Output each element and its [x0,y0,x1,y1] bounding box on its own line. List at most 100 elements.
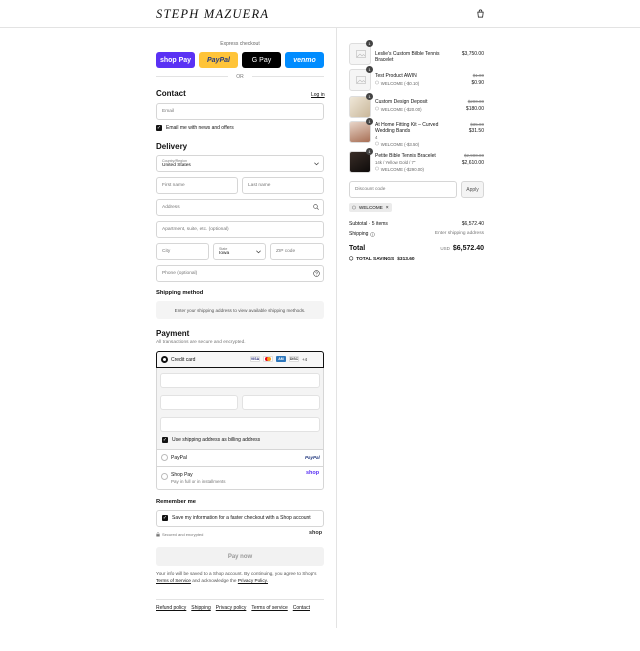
privacy-policy-link[interactable]: Privacy policy [216,605,247,611]
discount-text: WELCOME (-$20.00) [380,106,422,112]
payment-divider [156,449,324,450]
newsletter-checkbox-row[interactable]: ✓ Email me with news and offers [156,125,234,131]
venmo-button[interactable]: venmo [285,52,324,68]
remember-me-heading: Remember me [156,499,196,505]
currency-code: USD [440,246,450,251]
quantity-badge: 1 [366,118,373,125]
shop-pay-logo: shop [306,470,320,476]
billing-label: Use shipping address as billing address [172,437,261,443]
first-name-field[interactable]: First name [156,177,238,194]
pay-now-button[interactable]: Pay now [156,547,324,566]
payment-subtitle: All transactions are secure and encrypte… [156,340,246,345]
shop-pay-button[interactable]: shop Pay [156,52,195,68]
tag-icon: ⬡ [375,106,379,111]
product-price: $0.90 [471,80,484,86]
first-name-placeholder: First name [162,183,185,188]
delivery-heading: Delivery [156,142,188,151]
product-variant: 14k / Yellow Gold / 7" [375,160,416,165]
tag-icon: ⬡ [349,257,354,262]
express-checkout-title: Express checkout [220,41,260,47]
country-select[interactable]: Country/Region United States [156,155,324,172]
contact-heading: Contact [156,89,186,98]
mastercard-icon [263,356,273,362]
address-field[interactable]: Address [156,199,324,216]
card-number-field[interactable] [160,373,320,388]
zip-field[interactable]: ZIP code [270,243,324,260]
last-name-field[interactable]: Last name [242,177,324,194]
discount-tag: ⬡ WELCOME × [349,203,392,212]
order-summary-panel [337,28,640,628]
venmo-label: venmo [293,56,316,64]
shipping-link[interactable]: Shipping [191,605,210,611]
quantity-badge: 1 [366,40,373,47]
column-divider [336,28,337,628]
city-placeholder: City [162,249,171,254]
google-pay-button[interactable]: G Pay [242,52,281,68]
legal-text: Your info will be saved to a Shop accoun… [156,571,324,584]
quantity-badge: 1 [366,66,373,73]
country-value: United States [162,163,191,168]
chevron-down-icon [256,250,261,254]
search-icon [313,204,319,210]
payment-divider [156,466,324,467]
card-cvc-field[interactable] [242,395,320,410]
shop-logo: shop [309,530,323,536]
privacy-policy-link[interactable]: Privacy Policy. [238,578,268,583]
paypal-button[interactable]: PayPal [199,52,238,68]
shipping-value: Enter shipping address [434,231,484,236]
email-field[interactable]: Email [156,103,324,120]
discount-line: ⬡ WELCOME (-$290.00) [375,166,424,172]
contact-link[interactable]: Contact [293,605,310,611]
apply-button[interactable]: Apply [461,181,484,198]
login-link[interactable]: Log in [311,92,325,98]
paypal-logo: PayPal [305,455,320,460]
original-price: $35.00 [470,122,484,127]
total-savings-label: TOTAL SAVINGS [356,257,395,262]
shipping-method-heading: Shipping method [156,290,204,296]
remember-checkbox[interactable]: ✓ [162,515,168,521]
apartment-field[interactable]: Apartment, suite, etc. (optional) [156,221,324,238]
card-expiry-field[interactable] [160,395,238,410]
store-logo[interactable]: STEPH MAZUERA [156,7,269,22]
newsletter-checkbox[interactable]: ✓ [156,125,162,131]
phone-field[interactable]: Phone (optional) [156,265,324,282]
terms-of-service-link[interactable]: Terms of service [251,605,287,611]
image-placeholder-icon [356,50,366,58]
help-icon[interactable] [313,270,320,277]
product-price: $180.00 [465,106,484,112]
shop-pay-subtitle: Pay in full or in installments [171,479,226,484]
info-icon[interactable] [370,231,376,237]
amex-icon: AM [276,356,286,362]
billing-checkbox[interactable]: ✓ [162,437,168,443]
visa-icon: VISA [250,356,260,362]
shop-pay-radio[interactable] [161,473,168,480]
discount-line: ⬡ WELCOME (-$3.50) [375,141,419,147]
remember-checkbox-row[interactable]: ✓ Save my information for a faster check… [162,515,311,521]
payment-heading: Payment [156,329,190,338]
header [0,0,640,28]
discount-code-field[interactable]: Discount code [349,181,457,198]
apartment-placeholder: Apartment, suite, etc. (optional) [162,227,229,232]
paypal-radio[interactable] [161,454,168,461]
credit-card-radio[interactable] [161,356,168,363]
bag-icon[interactable] [476,9,485,18]
quantity-badge: 1 [366,93,373,100]
subtotal-value: $6,572.40 [461,221,484,227]
refund-policy-link[interactable]: Refund policy [156,605,186,611]
city-field[interactable]: City [156,243,209,260]
billing-checkbox-row[interactable]: ✓ Use shipping address as billing addres… [162,437,260,443]
address-placeholder: Address [162,205,180,210]
discover-icon: DISC [289,356,299,362]
original-price: $200.00 [467,99,484,104]
shipping-method-message: Enter your shipping address to view avai… [174,307,306,313]
close-icon[interactable]: × [386,205,389,211]
shop-pay-option-label[interactable]: Shop Pay [171,472,193,478]
remember-label: Save my information for a faster checkou… [172,515,311,521]
tos-link[interactable]: Terms of Service [156,578,191,583]
secured-text: Secured and encrypted [162,532,204,537]
shipping-label: Shipping [349,231,369,237]
product-price: $3,750.00 [461,51,484,57]
card-name-field[interactable] [160,417,320,432]
product-price: $31.50 [468,128,484,134]
paypal-option-label[interactable]: PayPal [171,455,187,461]
